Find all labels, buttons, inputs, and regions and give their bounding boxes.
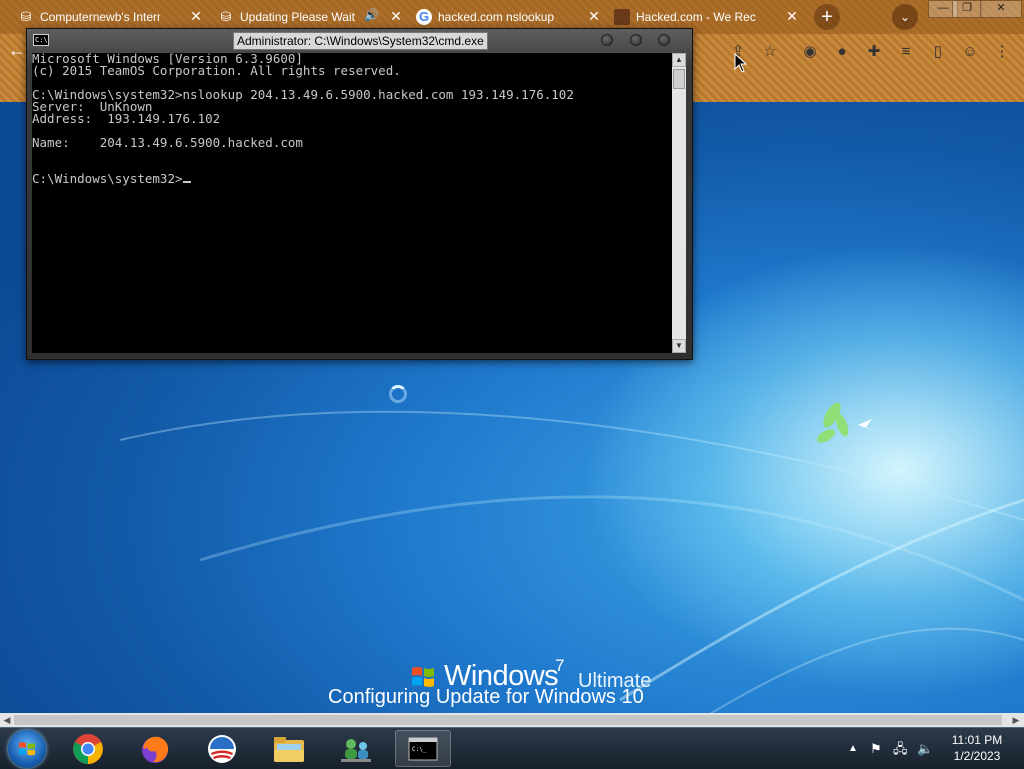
google-icon: G [416,9,432,25]
restore-button[interactable]: ❐ [952,0,982,18]
close-tab-icon[interactable]: ✕ [188,8,204,25]
server-icon: ⛁ [20,9,32,24]
bookmark-star-icon[interactable]: ☆ [760,42,780,62]
start-button[interactable] [8,730,46,768]
taskbar-obama[interactable] [194,730,250,767]
chrome-icon [73,733,103,764]
extensions-puzzle-icon[interactable]: ✚ [864,42,884,62]
back-arrow-icon[interactable]: ← [8,40,26,61]
new-tab-button[interactable]: + [814,4,840,30]
clock-time: 11:01 PM [951,733,1003,747]
busy-spinner-icon [389,385,407,403]
taskbar-firefox[interactable] [127,730,183,767]
scroll-left-arrow-icon[interactable]: ◀ [1,714,13,726]
minimize-button[interactable] [601,34,613,46]
system-clock[interactable]: 11:01 PM 1/2/2023 [932,732,1022,764]
text-cursor [182,181,191,183]
cmd-titlebar[interactable]: C:\ Administrator: C:\Windows\System32\c… [27,29,692,51]
browser-tab-nslookup[interactable]: G hacked.com nslookup - Goo ✕ [416,4,606,30]
close-button[interactable]: ✕ [980,0,1022,18]
reading-list-icon[interactable]: ≡ [896,42,916,62]
server-icon: ⛁ [220,9,232,24]
browser-tab-updating[interactable]: ⛁ Updating Please Wait 🔊 ✕ [218,4,408,30]
status-message: Configuring Update for Windows 10 [328,686,644,708]
window-title: Administrator: C:\Windows\System32\cmd.e… [233,32,488,50]
taskbar-explorer[interactable] [261,730,317,767]
cmd-window[interactable]: C:\ Administrator: C:\Windows\System32\c… [26,28,693,360]
mouse-cursor-icon [734,53,748,73]
obama-logo-icon [208,734,236,763]
profile-extension-icon[interactable]: ● [832,42,852,62]
taskbar-network[interactable] [328,730,384,767]
browser-tab-computernewb[interactable]: ⛁ Computernewb's Internet ✕ [18,4,208,30]
close-button[interactable] [658,34,670,46]
tray-show-hidden-icon[interactable]: ▲ [848,728,858,769]
taskbar: C:\_ ▲ ⚑ 🖧 🔈 11:01 PM 1/2/2023 [0,727,1024,769]
tab-search-button[interactable]: ⌄ [892,4,918,30]
vertical-scrollbar[interactable]: ▲ ▼ [672,53,686,353]
scroll-down-arrow-icon[interactable]: ▼ [672,339,686,353]
clock-date: 1/2/2023 [953,749,1001,763]
cmd-icon[interactable]: C:\ [33,34,49,46]
action-center-flag-icon[interactable]: ⚑ [870,728,882,769]
taskbar-cmd[interactable]: C:\_ [395,730,451,767]
horizontal-scrollbar[interactable]: ◀ ▶ [0,713,1024,727]
console-output[interactable]: Microsoft Windows [Version 6.3.9600] (c)… [32,51,672,353]
scroll-right-arrow-icon[interactable]: ▶ [1010,714,1022,726]
close-tab-icon[interactable]: ✕ [388,8,404,25]
hacked-icon [614,9,630,25]
extension-flag-icon[interactable]: ◉ [800,42,820,62]
profile-avatar-icon[interactable]: ☺ [960,42,980,62]
maximize-button[interactable] [630,34,642,46]
close-tab-icon[interactable]: ✕ [784,8,800,25]
speaker-icon[interactable]: 🔊 [364,8,379,22]
scroll-thumb[interactable] [14,715,1002,725]
console-prompt: C:\Windows\system32> [32,171,183,186]
volume-icon[interactable]: 🔈 [917,728,933,769]
browser-tab-hacked[interactable]: Hacked.com - We Recover ✕ [614,4,804,30]
brand-version: 7 [555,656,565,675]
menu-kebab-icon[interactable]: ⋮ [992,42,1012,62]
console-text: Microsoft Windows [Version 6.3.9600] (c)… [32,51,574,186]
svg-text:C:\_: C:\_ [412,746,427,753]
scroll-thumb[interactable] [673,69,685,89]
folder-icon [274,736,304,762]
close-tab-icon[interactable]: ✕ [586,8,602,25]
windows-logo-icon [19,742,35,756]
cmd-icon: C:\_ [408,737,438,760]
side-panel-icon[interactable]: ▯ [928,42,948,62]
taskbar-chrome[interactable] [60,730,116,767]
network-status-icon[interactable]: 🖧 [893,728,908,769]
network-people-icon [341,738,371,762]
scroll-up-arrow-icon[interactable]: ▲ [672,53,686,67]
firefox-icon [142,736,169,763]
